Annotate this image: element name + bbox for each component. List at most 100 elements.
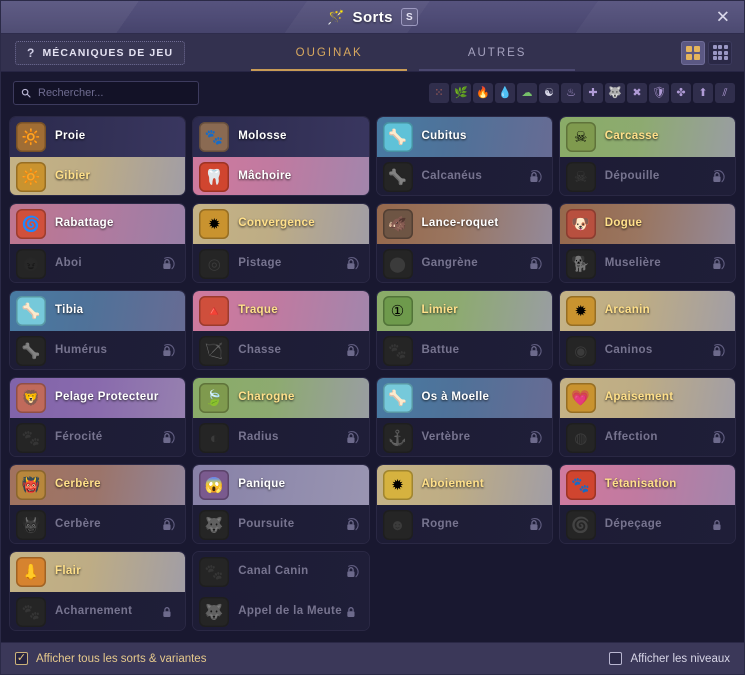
spell-card[interactable]: ✹ Arcanin ◉ Caninos [558,290,736,370]
spell-icon: ☠ [565,162,596,192]
neutral-element-filter[interactable]: ☯ [539,83,559,103]
shield-filter[interactable]: 🛡 [649,83,669,103]
grid-small-view-button[interactable] [708,40,732,65]
water-element-filter[interactable]: 💧 [495,83,515,103]
spell-row-locked[interactable]: 🐕 Muselière [559,244,735,282]
spell-row-unlocked[interactable]: ☠ Carcasse [559,117,735,157]
spell-row-locked[interactable]: 🐾 Battue [376,331,552,369]
spell-card[interactable]: ✹ Convergence ◎ Pistage [192,203,370,283]
spell-name: Calcanéus [421,170,483,183]
spell-row-locked[interactable]: 🐺 Poursuite [193,505,369,543]
spell-card[interactable]: 🔆 Proie 🔆 Gibier [9,116,187,196]
game-mechanics-label: MÉCANIQUES DE JEU [42,46,174,59]
air-element-filter[interactable]: ☁ [517,83,537,103]
spell-row-unlocked[interactable]: ① Limier [376,291,552,331]
game-mechanics-button[interactable]: ? MÉCANIQUES DE JEU [15,40,186,65]
spell-row-locked[interactable]: ◎ Pistage [193,244,369,282]
summon-filter[interactable]: 🐺 [605,83,625,103]
spell-row-unlocked[interactable]: 🍃 Charogne [193,378,369,418]
spell-row-locked[interactable]: ◉ Caninos [559,331,735,369]
search-input[interactable] [38,82,198,104]
spell-row-unlocked[interactable]: 🔺 Traque [193,291,369,331]
spell-card[interactable]: 🦴 Os à Moelle ⚓ Vertèbre [375,377,553,457]
spell-row-unlocked[interactable]: 🦁 Pelage Protecteur [10,378,186,418]
spell-row-unlocked[interactable]: 🐶 Dogue [559,204,735,244]
heal-filter[interactable]: ♨ [561,83,581,103]
tab-ouginak[interactable]: OUGINAK [245,34,413,71]
spell-row-unlocked[interactable]: 💗 Apaisement [559,378,735,418]
spell-row-unlocked[interactable]: ✹ Convergence [193,204,369,244]
spell-row-locked[interactable]: 🐾 Acharnement [10,592,186,630]
spell-card[interactable]: ☠ Carcasse ☠ Dépouille [558,116,736,196]
debuff-filter[interactable]: ✖ [627,83,647,103]
spell-name: Appel de la Meute [238,605,342,618]
search-box[interactable] [13,81,199,105]
grid-large-view-button[interactable] [681,40,705,65]
spell-row-unlocked[interactable]: 🌀 Rabattage [10,204,186,244]
spell-icon: ☠ [565,122,596,152]
show-all-spells-checkbox[interactable]: ✓ Afficher tous les sorts & variantes [15,652,206,665]
spell-row-locked[interactable]: ◐ Radius [193,418,369,456]
damage-filter[interactable]: ⫽ [715,83,735,103]
spell-card[interactable]: 🔺 Traque 🏹 Chasse [192,290,370,370]
spell-card[interactable]: 💗 Apaisement ◍ Affection [558,377,736,457]
spell-card[interactable]: 👹 Cerbère 👹 Cerbère [9,464,187,544]
spell-row-unlocked[interactable]: 🐗 Lance-roquet [376,204,552,244]
spell-row-unlocked[interactable]: 👹 Cerbère [10,465,186,505]
spell-card[interactable]: 🦴 Tibia 🦴 Humérus [9,290,187,370]
spell-card[interactable]: ① Limier 🐾 Battue [375,290,553,370]
spell-row-unlocked[interactable]: 🐾 Tétanisation [559,465,735,505]
spell-row-locked[interactable]: 😈 Aboi [10,244,186,282]
spell-row-locked[interactable]: 🦴 Calcanéus [376,157,552,195]
spell-row-locked[interactable]: 🐾 Férocité [10,418,186,456]
spell-row-unlocked[interactable]: 🐾 Molosse [193,117,369,157]
show-levels-checkbox[interactable]: Afficher les niveaux [609,652,730,665]
movement-filter[interactable]: ✤ [671,83,691,103]
spell-card[interactable]: 🐶 Dogue 🐕 Muselière [558,203,736,283]
tab-autres[interactable]: AUTRES [413,34,581,71]
spell-row-unlocked[interactable]: 🦴 Cubitus [376,117,552,157]
spell-icon: 👹 [16,470,46,500]
spell-row-unlocked[interactable]: ✹ Arcanin [559,291,735,331]
all-elements-filter[interactable]: ⁙ [429,83,449,103]
spell-row-unlocked[interactable]: 🦷 Mâchoire [193,157,369,195]
spell-card[interactable]: 👃 Flair 🐾 Acharnement [9,551,187,631]
buff-filter[interactable]: ✚ [583,83,603,103]
spell-row-locked[interactable]: ◍ Affection [559,418,735,456]
spell-card[interactable]: 🦁 Pelage Protecteur 🐾 Férocité [9,377,187,457]
spell-row-locked[interactable]: 👹 Cerbère [10,505,186,543]
lock-icon [530,257,542,270]
earth-element-filter[interactable]: 🌿 [451,83,471,103]
spell-row-unlocked[interactable]: 🦴 Os à Moelle [376,378,552,418]
fire-element-filter[interactable]: 🔥 [473,83,493,103]
spell-row-locked[interactable]: 🦴 Humérus [10,331,186,369]
spell-card[interactable]: 🐗 Lance-roquet ⬤ Gangrène [375,203,553,283]
spell-card[interactable]: 🍃 Charogne ◐ Radius [192,377,370,457]
spell-row-locked[interactable]: 🐾 Canal Canin [193,552,369,592]
spell-row-locked[interactable]: 🐺 Appel de la Meute [193,592,369,630]
spell-row-unlocked[interactable]: ✹ Aboiement [376,465,552,505]
spell-row-locked[interactable]: ☻ Rogne [376,505,552,543]
push-icon: ⬆ [698,86,708,99]
spell-row-unlocked[interactable]: 🔆 Gibier [10,157,186,195]
spell-row-unlocked[interactable]: 👃 Flair [10,552,186,592]
close-icon[interactable]: ✕ [716,9,730,26]
spell-card[interactable]: 😱 Panique 🐺 Poursuite [192,464,370,544]
spell-row-unlocked[interactable]: 🔆 Proie [10,117,186,157]
spell-row-locked[interactable]: ☠ Dépouille [559,157,735,195]
spell-row-unlocked[interactable]: 🦴 Tibia [10,291,186,331]
spell-card[interactable]: 🐾 Molosse 🦷 Mâchoire [192,116,370,196]
spell-row-locked[interactable]: 🏹 Chasse [193,331,369,369]
spell-card[interactable]: ✹ Aboiement ☻ Rogne [375,464,553,544]
lock-icon [163,344,175,357]
push-filter[interactable]: ⬆ [693,83,713,103]
lock-icon [530,518,542,531]
spell-row-unlocked[interactable]: 😱 Panique [193,465,369,505]
spell-row-locked[interactable]: 🌀 Dépeçage [559,505,735,543]
spell-card[interactable]: 🦴 Cubitus 🦴 Calcanéus [375,116,553,196]
spell-card[interactable]: 🌀 Rabattage 😈 Aboi [9,203,187,283]
spell-row-locked[interactable]: ⬤ Gangrène [376,244,552,282]
spell-card[interactable]: 🐾 Tétanisation 🌀 Dépeçage [558,464,736,544]
spell-row-locked[interactable]: ⚓ Vertèbre [376,418,552,456]
spell-card[interactable]: 🐾 Canal Canin 🐺 Appel de la Meute [192,551,370,631]
